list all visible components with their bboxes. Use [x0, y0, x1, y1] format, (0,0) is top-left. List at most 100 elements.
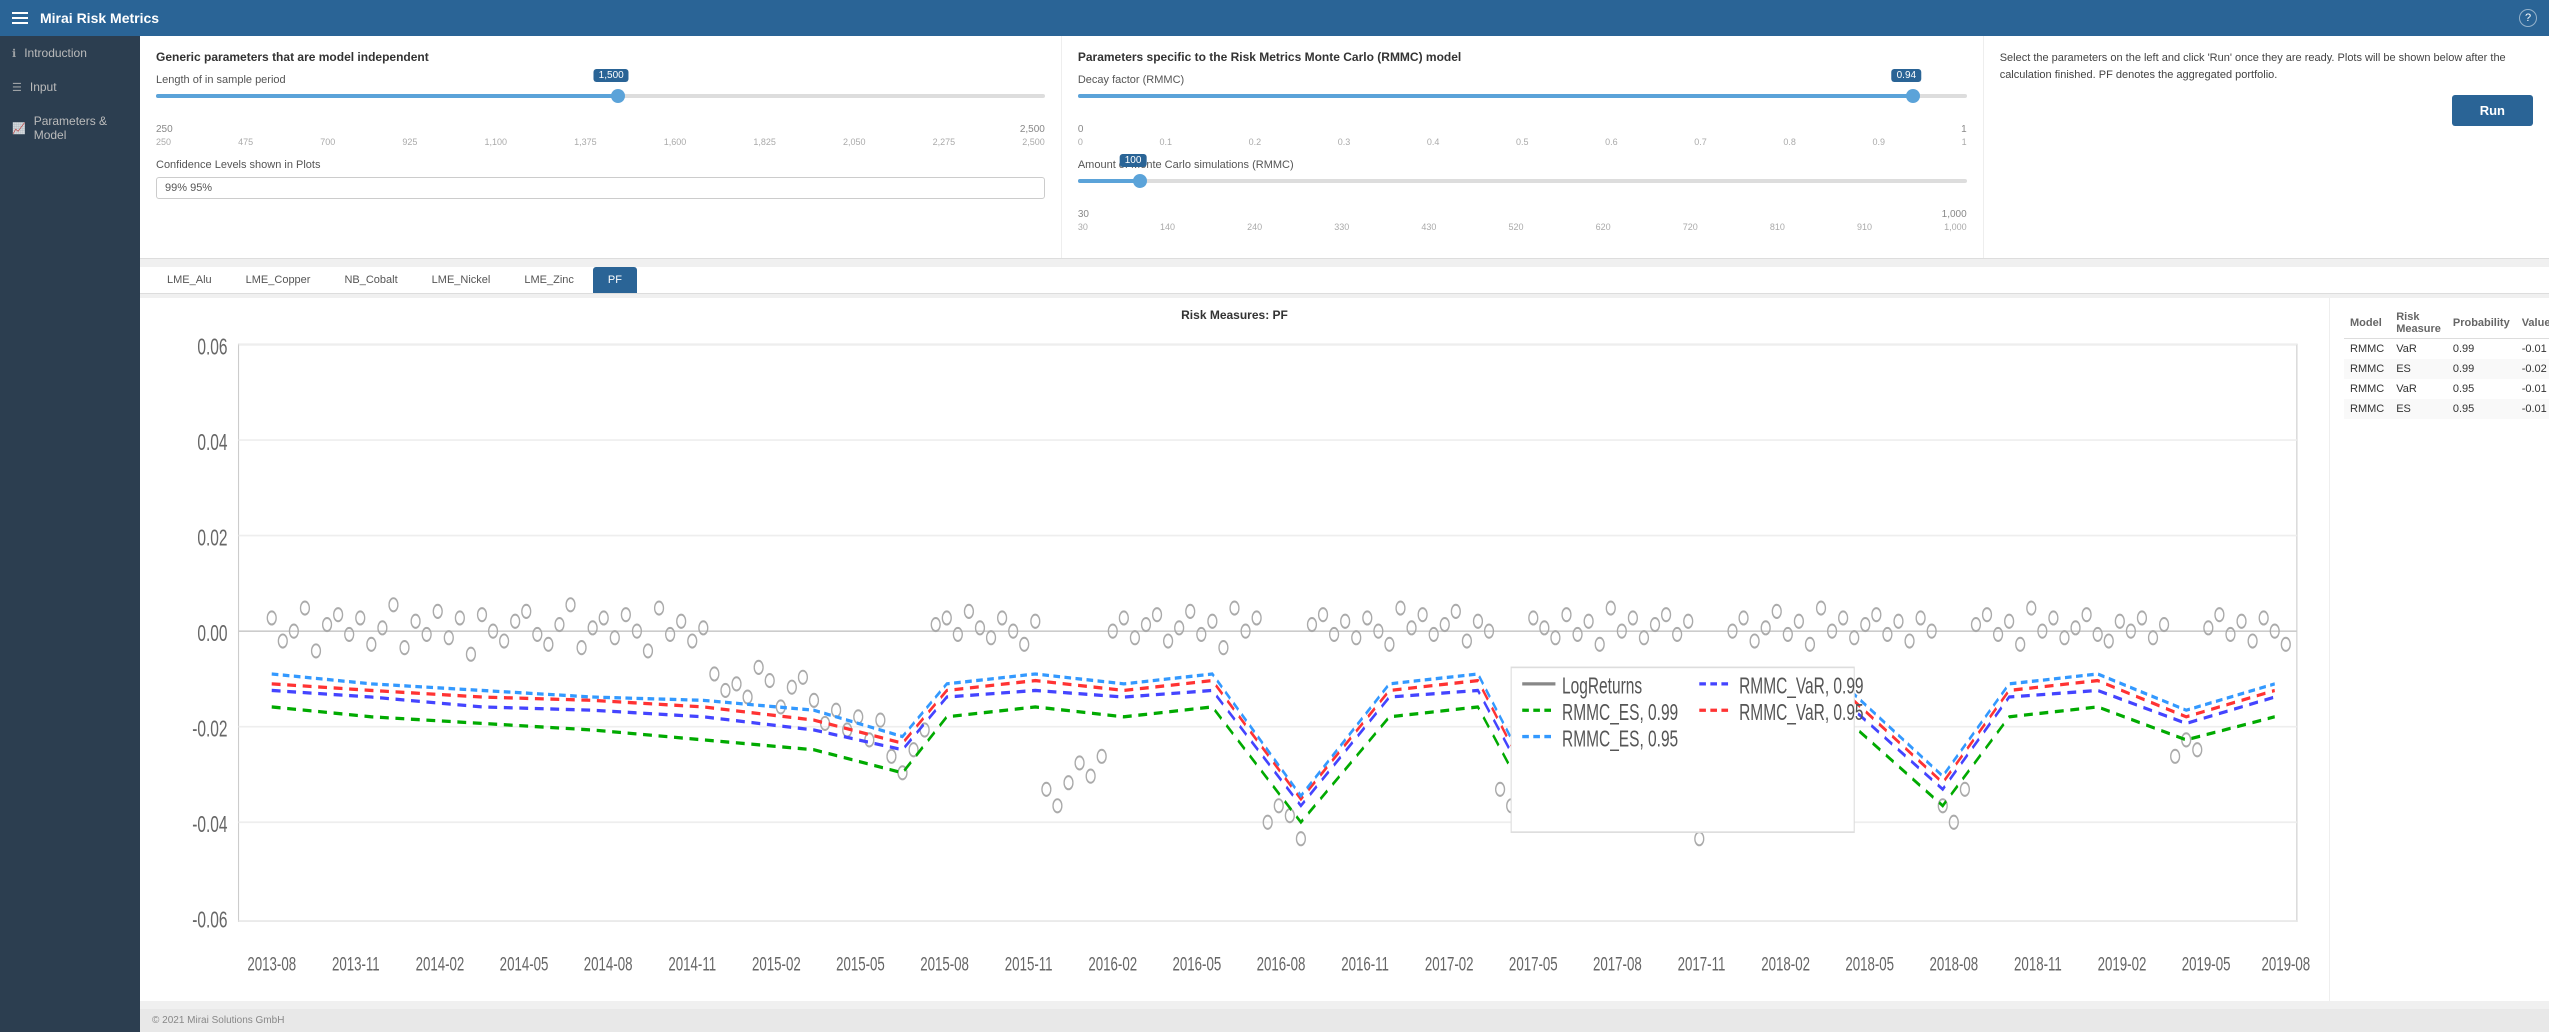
in-sample-ticks: 250 475 700 925 1,100 1,375 1,600 1,825 … [156, 137, 1045, 147]
svg-text:2016-08: 2016-08 [1257, 953, 1306, 975]
svg-text:RMMC_ES, 0.95: RMMC_ES, 0.95 [1562, 727, 1678, 753]
svg-text:2018-11: 2018-11 [2014, 953, 2062, 975]
svg-text:RMMC_ES, 0.99: RMMC_ES, 0.99 [1562, 700, 1678, 726]
sidebar-item-input[interactable]: ☰ Input [0, 70, 140, 104]
decay-ticks: 0 0.1 0.2 0.3 0.4 0.5 0.6 0.7 0.8 0.9 1 [1078, 137, 1967, 147]
svg-text:RMMC_VaR, 0.99: RMMC_VaR, 0.99 [1739, 674, 1863, 700]
col-model: Model [2344, 308, 2390, 339]
svg-text:2017-05: 2017-05 [1509, 953, 1558, 975]
decay-label: Decay factor (RMMC) [1078, 74, 1967, 86]
table-row: RMMCVaR0.99-0.01 [2344, 339, 2549, 360]
decay-value: 0.94 [1892, 69, 1921, 82]
run-button[interactable]: Run [2452, 95, 2533, 126]
sidebar-item-label: Input [30, 80, 57, 94]
footer: © 2021 Mirai Solutions GmbH [140, 1009, 2549, 1032]
generic-params-panel: Generic parameters that are model indepe… [140, 36, 1062, 258]
navbar: Mirai Risk Metrics ? [0, 0, 2549, 36]
app-title: Mirai Risk Metrics [40, 10, 159, 26]
info-icon: ℹ [12, 47, 16, 60]
in-sample-track[interactable]: 1,500 [156, 94, 1045, 98]
svg-text:2014-05: 2014-05 [500, 953, 549, 975]
tabs-row: LME_Alu LME_Copper NB_Cobalt LME_Nickel … [140, 267, 2549, 294]
conf-input[interactable] [156, 177, 1045, 199]
panel1-title: Generic parameters that are model indepe… [156, 50, 1045, 64]
tab-lme-nickel[interactable]: LME_Nickel [417, 267, 506, 293]
svg-text:2018-02: 2018-02 [1761, 953, 1810, 975]
in-sample-thumb[interactable]: 1,500 [611, 89, 625, 103]
mc-fill [1078, 179, 1140, 183]
svg-text:2017-08: 2017-08 [1593, 953, 1642, 975]
in-sample-minmax: 250 2,500 [156, 124, 1045, 135]
svg-text:2017-11: 2017-11 [1678, 953, 1726, 975]
chart-area: LME_Alu LME_Copper NB_Cobalt LME_Nickel … [140, 259, 2549, 1009]
svg-text:2016-02: 2016-02 [1088, 953, 1137, 975]
tab-lme-alu[interactable]: LME_Alu [152, 267, 227, 293]
svg-text:2014-08: 2014-08 [584, 953, 633, 975]
mc-label: Amount of Monte Carlo simulations (RMMC) [1078, 159, 1967, 171]
mc-value: 100 [1120, 154, 1147, 167]
col-value: Value [2516, 308, 2549, 339]
table-row: RMMCVaR0.95-0.01 [2344, 379, 2549, 399]
svg-text:2015-11: 2015-11 [1005, 953, 1053, 975]
run-description: Select the parameters on the left and cl… [2000, 50, 2533, 83]
svg-text:0.04: 0.04 [197, 430, 227, 456]
conf-label: Confidence Levels shown in Plots [156, 159, 1045, 171]
svg-text:2013-11: 2013-11 [332, 953, 380, 975]
svg-text:2016-11: 2016-11 [1341, 953, 1389, 975]
in-sample-value: 1,500 [594, 69, 629, 82]
rmmc-params-panel: Parameters specific to the Risk Metrics … [1062, 36, 1984, 258]
mc-track[interactable]: 100 [1078, 179, 1967, 183]
table-row: RMMCES0.99-0.02 [2344, 359, 2549, 379]
in-sample-fill [156, 94, 618, 98]
decay-thumb[interactable]: 0.94 [1906, 89, 1920, 103]
stats-table: Model Risk Measure Probability Value RMM… [2344, 308, 2549, 419]
sidebar: ℹ Introduction ☰ Input 📈 Parameters & Mo… [0, 36, 140, 1032]
sidebar-item-introduction[interactable]: ℹ Introduction [0, 36, 140, 70]
svg-text:2018-05: 2018-05 [1845, 953, 1894, 975]
tab-nb-cobalt[interactable]: NB_Cobalt [329, 267, 412, 293]
svg-text:2014-11: 2014-11 [668, 953, 716, 975]
panel2-title: Parameters specific to the Risk Metrics … [1078, 50, 1967, 64]
hamburger-menu[interactable] [12, 12, 28, 24]
decay-fill [1078, 94, 1914, 98]
mc-slider-container: 100 30 1,000 30 140 240 330 430 [1078, 179, 1967, 232]
svg-text:2019-02: 2019-02 [2098, 953, 2147, 975]
table-row: RMMCES0.95-0.01 [2344, 399, 2549, 419]
in-sample-slider-container: 1,500 250 2,500 250 475 700 925 1,100 [156, 94, 1045, 147]
sidebar-item-parameters-model[interactable]: 📈 Parameters & Model [0, 104, 140, 152]
svg-text:-0.04: -0.04 [192, 812, 227, 838]
help-icon[interactable]: ? [2519, 9, 2537, 27]
chart-content-row: Risk Measures: PF 0.06 [140, 298, 2549, 1001]
sidebar-item-label: Introduction [24, 46, 87, 60]
decay-slider-container: 0.94 0 1 0 0.1 0.2 0.3 0.4 0.5 [1078, 94, 1967, 147]
tab-lme-zinc[interactable]: LME_Zinc [509, 267, 589, 293]
mc-thumb[interactable]: 100 [1133, 174, 1147, 188]
svg-text:0.06: 0.06 [197, 334, 227, 360]
svg-text:2014-02: 2014-02 [416, 953, 465, 975]
params-row: Generic parameters that are model indepe… [140, 36, 2549, 259]
stats-panel: Model Risk Measure Probability Value RMM… [2329, 298, 2549, 1001]
svg-text:0.00: 0.00 [197, 621, 227, 647]
run-panel: Select the parameters on the left and cl… [1984, 36, 2549, 258]
svg-text:-0.06: -0.06 [192, 908, 227, 934]
svg-text:2015-02: 2015-02 [752, 953, 801, 975]
svg-text:2015-08: 2015-08 [920, 953, 969, 975]
tab-pf[interactable]: PF [593, 267, 637, 293]
col-probability: Probability [2447, 308, 2516, 339]
chart-svg: 0.06 0.04 0.02 0.00 -0.02 -0.04 -0.06 [150, 328, 2319, 987]
chart-icon: 📈 [12, 122, 26, 135]
col-risk-measure: Risk Measure [2390, 308, 2447, 339]
svg-text:2013-08: 2013-08 [247, 953, 296, 975]
svg-text:LogReturns: LogReturns [1562, 674, 1642, 700]
mc-ticks: 30 140 240 330 430 520 620 720 810 910 1… [1078, 222, 1967, 232]
svg-text:2019-08: 2019-08 [2261, 953, 2310, 975]
tab-lme-copper[interactable]: LME_Copper [231, 267, 326, 293]
svg-text:-0.02: -0.02 [192, 717, 227, 743]
svg-text:0.02: 0.02 [197, 526, 227, 552]
mc-minmax: 30 1,000 [1078, 209, 1967, 220]
svg-text:2016-05: 2016-05 [1173, 953, 1222, 975]
svg-text:2017-02: 2017-02 [1425, 953, 1474, 975]
decay-minmax: 0 1 [1078, 124, 1967, 135]
svg-text:2018-08: 2018-08 [1929, 953, 1978, 975]
decay-track[interactable]: 0.94 [1078, 94, 1967, 98]
